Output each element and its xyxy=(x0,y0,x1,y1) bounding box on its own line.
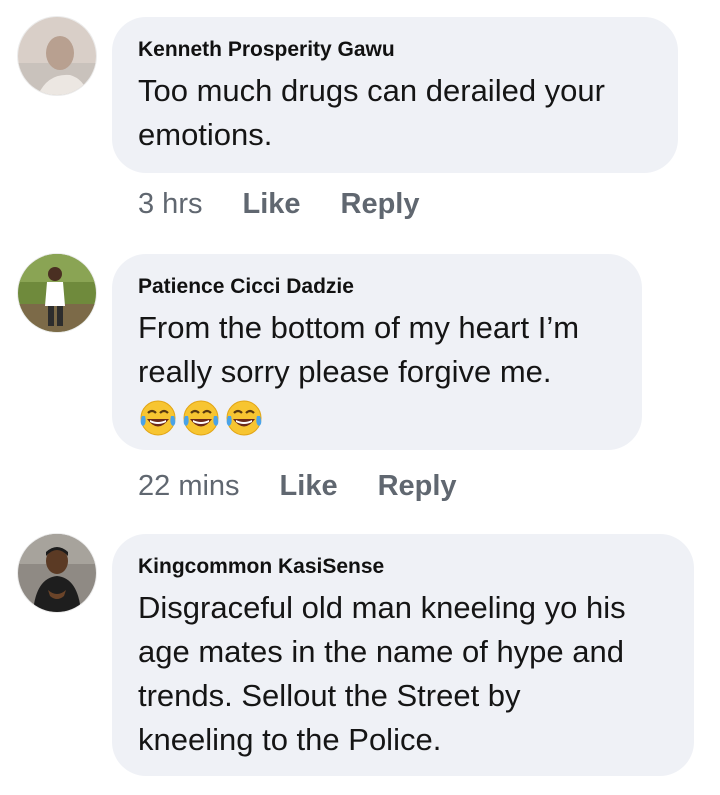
avatar-kingcommon[interactable] xyxy=(18,534,96,612)
like-button[interactable]: Like xyxy=(280,470,338,503)
avatar-kenneth[interactable] xyxy=(18,17,96,95)
comment-text: Too much drugs can derailed your emotion… xyxy=(138,69,652,157)
comment-text: From the bottom of my heart I’m really s… xyxy=(138,306,616,394)
comment-text-line: kneeling to the Police. xyxy=(138,722,442,757)
face-with-tears-of-joy-icon xyxy=(140,400,176,436)
comment-meta: 3 hrs Like Reply xyxy=(138,188,420,221)
comment-text: Disgraceful old man kneeling yo his age … xyxy=(138,586,668,762)
like-button[interactable]: Like xyxy=(242,188,300,221)
comment-text-line: trends. Sellout the Street by xyxy=(138,678,521,713)
face-with-tears-of-joy-icon xyxy=(183,400,219,436)
comment-author[interactable]: Kingcommon KasiSense xyxy=(138,554,668,580)
face-with-tears-of-joy-icon xyxy=(226,400,262,436)
comment-author[interactable]: Patience Cicci Dadzie xyxy=(138,274,616,300)
comment-text-line: From the bottom of my heart I’m xyxy=(138,310,580,345)
comment-text-line: emotions. xyxy=(138,117,273,152)
emoji-row xyxy=(138,398,616,440)
reply-button[interactable]: Reply xyxy=(341,188,420,221)
comment-text-line: Disgraceful old man kneeling yo his xyxy=(138,590,626,625)
comment-author[interactable]: Kenneth Prosperity Gawu xyxy=(138,37,652,63)
comment-time[interactable]: 3 hrs xyxy=(138,188,202,221)
avatar-image xyxy=(18,534,96,612)
comment-text-line: age mates in the name of hype and xyxy=(138,634,624,669)
comment-bubble: Patience Cicci Dadzie From the bottom of… xyxy=(112,254,642,450)
comment-text-line: really sorry please forgive me. xyxy=(138,354,552,389)
reply-button[interactable]: Reply xyxy=(378,470,457,503)
comment-meta: 22 mins Like Reply xyxy=(138,470,457,503)
avatar-patience[interactable] xyxy=(18,254,96,332)
avatar-image xyxy=(18,254,96,332)
comment-bubble: Kingcommon KasiSense Disgraceful old man… xyxy=(112,534,694,776)
comment-text-line: Too much drugs can derailed your xyxy=(138,73,605,108)
avatar-image xyxy=(18,17,96,95)
comment-time[interactable]: 22 mins xyxy=(138,470,240,503)
comment-bubble: Kenneth Prosperity Gawu Too much drugs c… xyxy=(112,17,678,173)
